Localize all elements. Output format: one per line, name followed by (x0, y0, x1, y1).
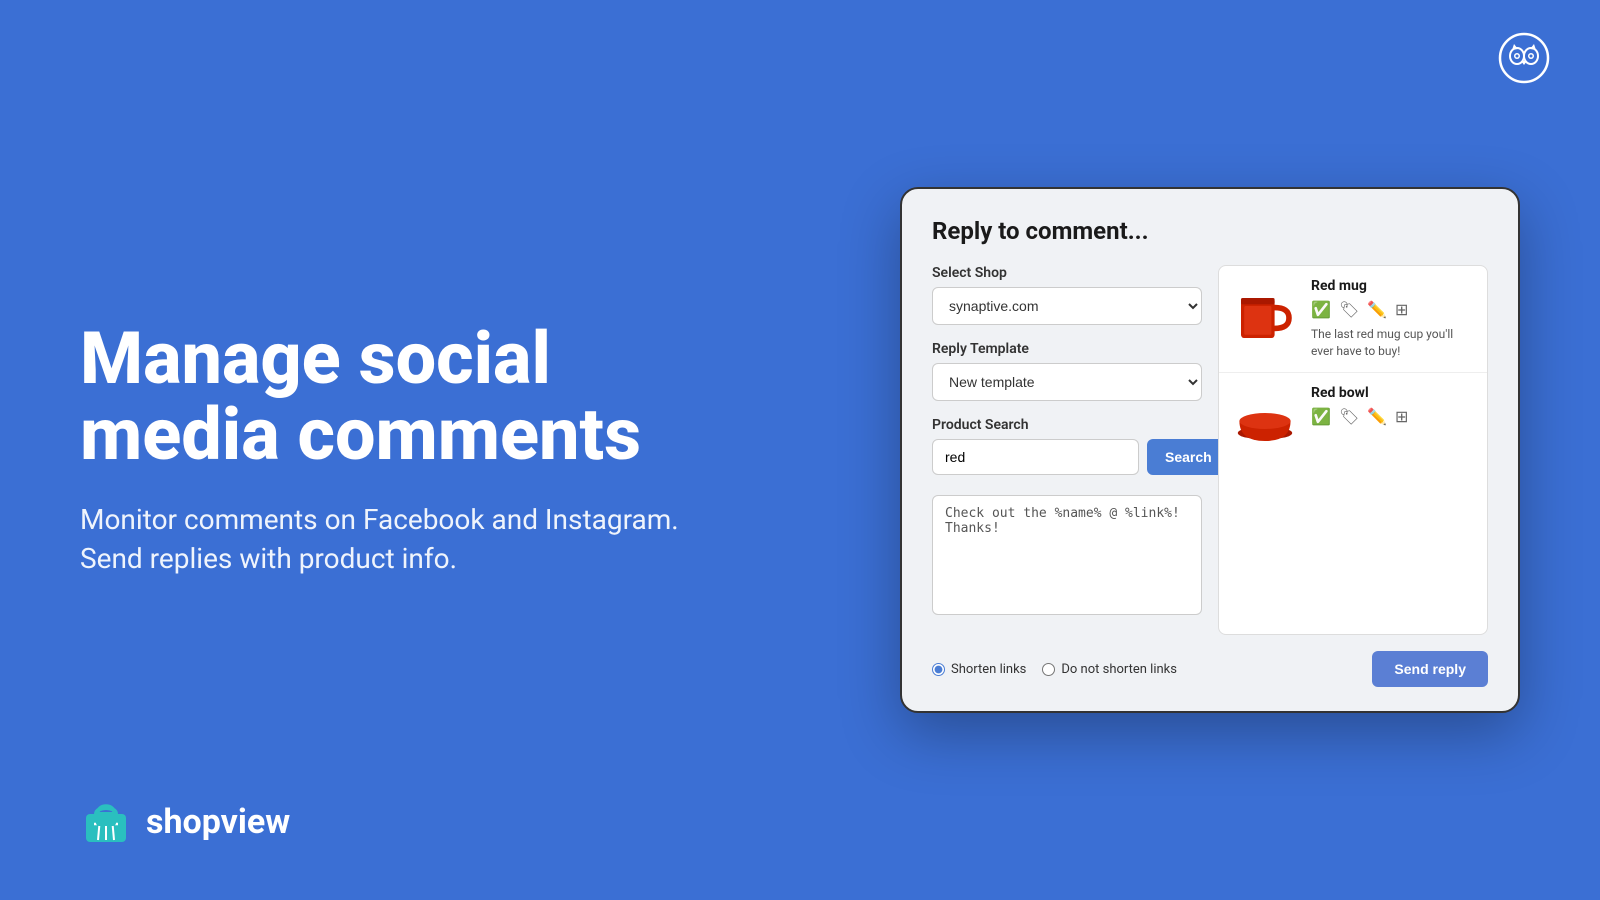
product-action-icons: ✅ 🏷 ✏️ ⊞ (1311, 300, 1477, 320)
red-bowl-image (1233, 389, 1297, 453)
brand-name: shopview (146, 802, 290, 842)
hero-section: Manage social media comments Monitor com… (80, 321, 720, 579)
product-thumbnail (1229, 385, 1301, 457)
product-name: Red bowl (1311, 385, 1477, 401)
select-shop-dropdown[interactable]: synaptive.commyshop.comexample.com (932, 287, 1202, 325)
red-mug-image (1233, 282, 1297, 346)
label-icon[interactable]: 🏷 (1339, 300, 1359, 320)
product-info: Red mug ✅ 🏷 ✏️ ⊞ The last red mug cup yo… (1311, 278, 1477, 360)
shorten-links-label: Shorten links (951, 662, 1026, 677)
owl-icon (1498, 32, 1550, 84)
search-row: Search (932, 439, 1202, 475)
link-options: Shorten links Do not shorten links (932, 662, 1177, 677)
product-action-icons: ✅ 🏷 ✏️ ⊞ (1311, 407, 1477, 427)
reply-template-label: Reply Template (932, 341, 1202, 357)
no-shorten-links-label: Do not shorten links (1061, 662, 1177, 677)
product-description: The last red mug cup you'll ever have to… (1311, 326, 1477, 360)
reply-template-group: Reply Template New templateDefaultCustom (932, 341, 1202, 401)
brand-section: shopview (80, 796, 290, 848)
edit-icon[interactable]: ✏️ (1367, 407, 1387, 427)
product-thumbnail (1229, 278, 1301, 350)
modal-footer: Shorten links Do not shorten links Send … (932, 651, 1488, 687)
shorten-links-radio[interactable] (932, 663, 945, 676)
send-reply-button[interactable]: Send reply (1372, 651, 1488, 687)
grid-icon[interactable]: ⊞ (1395, 300, 1415, 320)
select-shop-label: Select Shop (932, 265, 1202, 281)
reply-text-group: Check out the %name% @ %link%! Thanks! (932, 491, 1202, 619)
reply-template-dropdown[interactable]: New templateDefaultCustom (932, 363, 1202, 401)
checkmark-icon[interactable]: ✅ (1311, 300, 1331, 320)
reply-textarea[interactable]: Check out the %name% @ %link%! Thanks! (932, 495, 1202, 615)
modal-form: Select Shop synaptive.commyshop.comexamp… (932, 265, 1202, 635)
modal-title: Reply to comment... (932, 217, 1488, 245)
shorten-links-option[interactable]: Shorten links (932, 662, 1026, 677)
product-info: Red bowl ✅ 🏷 ✏️ ⊞ (1311, 385, 1477, 433)
main-headline: Manage social media comments (80, 321, 720, 472)
product-list: Red mug ✅ 🏷 ✏️ ⊞ The last red mug cup yo… (1218, 265, 1488, 635)
product-search-group: Product Search Search (932, 417, 1202, 475)
product-search-label: Product Search (932, 417, 1202, 433)
shopview-logo-icon (80, 796, 132, 848)
no-shorten-links-option[interactable]: Do not shorten links (1042, 662, 1177, 677)
sub-text: Monitor comments on Facebook and Instagr… (80, 500, 720, 578)
checkmark-icon[interactable]: ✅ (1311, 407, 1331, 427)
modal-body: Select Shop synaptive.commyshop.comexamp… (932, 265, 1488, 635)
product-item: Red bowl ✅ 🏷 ✏️ ⊞ (1219, 373, 1487, 469)
grid-icon[interactable]: ⊞ (1395, 407, 1415, 427)
product-search-input[interactable] (932, 439, 1139, 475)
edit-icon[interactable]: ✏️ (1367, 300, 1387, 320)
no-shorten-links-radio[interactable] (1042, 663, 1055, 676)
reply-modal: Reply to comment... Select Shop synaptiv… (900, 187, 1520, 713)
label-icon[interactable]: 🏷 (1339, 407, 1359, 427)
select-shop-group: Select Shop synaptive.commyshop.comexamp… (932, 265, 1202, 325)
product-item: Red mug ✅ 🏷 ✏️ ⊞ The last red mug cup yo… (1219, 266, 1487, 373)
product-name: Red mug (1311, 278, 1477, 294)
